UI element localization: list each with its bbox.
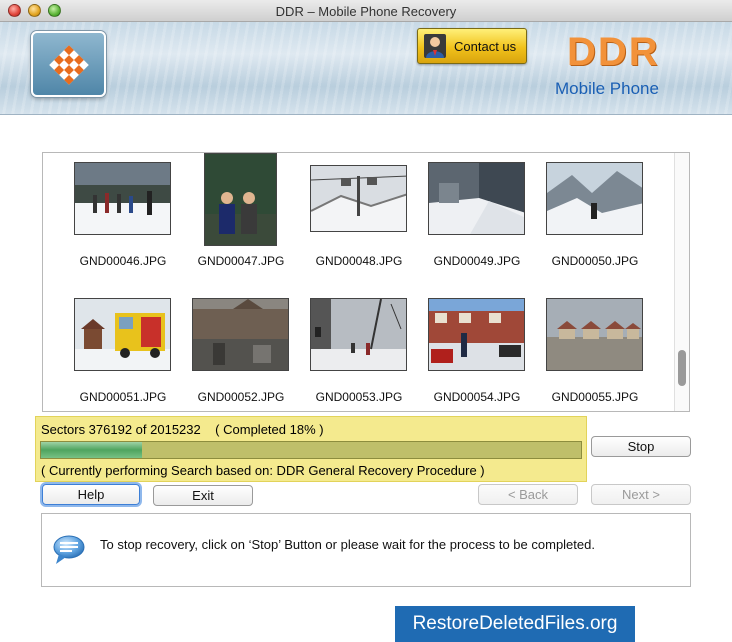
file-name: GND00052.JPG bbox=[197, 390, 285, 404]
file-name: GND00050.JPG bbox=[551, 254, 639, 268]
speech-bubble-icon bbox=[53, 535, 85, 564]
photo-thumbnail bbox=[428, 162, 525, 235]
photo-thumbnail bbox=[310, 298, 407, 371]
header-banner: Contact us DDR Mobile Phone bbox=[0, 22, 732, 115]
file-name: GND00051.JPG bbox=[79, 390, 167, 404]
progress-panel: Sectors 376192 of 2015232 ( Completed 18… bbox=[35, 416, 587, 482]
vertical-scrollbar[interactable] bbox=[674, 153, 689, 411]
progress-bar bbox=[40, 441, 582, 459]
app-logo bbox=[31, 31, 106, 97]
window-title: DDR – Mobile Phone Recovery bbox=[275, 4, 457, 19]
sectors-status: Sectors 376192 of 2015232 ( Completed 18… bbox=[41, 422, 324, 437]
photo-thumbnail bbox=[74, 162, 171, 235]
ddr-brand-text: DDR bbox=[567, 30, 660, 74]
exit-button[interactable]: Exit bbox=[153, 485, 253, 506]
photo-thumbnail bbox=[204, 153, 277, 246]
info-panel: To stop recovery, click on ‘Stop’ Button… bbox=[41, 513, 691, 587]
back-button[interactable]: < Back bbox=[478, 484, 578, 505]
photo-thumbnail bbox=[428, 298, 525, 371]
checker-logo-icon bbox=[49, 45, 89, 85]
product-name: Mobile Phone bbox=[555, 79, 659, 98]
file-name: GND00054.JPG bbox=[433, 390, 521, 404]
title-bar: DDR – Mobile Phone Recovery bbox=[0, 0, 732, 22]
scrollbar-thumb[interactable] bbox=[678, 350, 686, 386]
photo-thumbnail bbox=[546, 298, 643, 371]
website-banner[interactable]: RestoreDeletedFiles.org bbox=[395, 606, 635, 642]
file-name: GND00053.JPG bbox=[315, 390, 403, 404]
info-message: To stop recovery, click on ‘Stop’ Button… bbox=[100, 537, 595, 552]
file-name: GND00046.JPG bbox=[79, 254, 167, 268]
next-button[interactable]: Next > bbox=[591, 484, 691, 505]
support-person-icon bbox=[424, 34, 446, 58]
file-name: GND00049.JPG bbox=[433, 254, 521, 268]
photo-thumbnail bbox=[74, 298, 171, 371]
help-button[interactable]: Help bbox=[42, 484, 140, 505]
contact-us-button[interactable]: Contact us bbox=[417, 28, 527, 64]
file-name: GND00047.JPG bbox=[197, 254, 285, 268]
file-name: GND00048.JPG bbox=[315, 254, 403, 268]
recovered-files-panel[interactable]: GND00046.JPG GND00047.JPG GND00048.JPG G… bbox=[42, 152, 690, 412]
photo-thumbnail bbox=[310, 165, 407, 232]
file-name: GND00055.JPG bbox=[551, 390, 639, 404]
photo-thumbnail bbox=[546, 162, 643, 235]
contact-us-label: Contact us bbox=[454, 38, 517, 54]
stop-button[interactable]: Stop bbox=[591, 436, 691, 457]
progress-bar-fill bbox=[41, 442, 142, 458]
photo-thumbnail bbox=[192, 298, 289, 371]
procedure-status: ( Currently performing Search based on: … bbox=[41, 463, 485, 478]
